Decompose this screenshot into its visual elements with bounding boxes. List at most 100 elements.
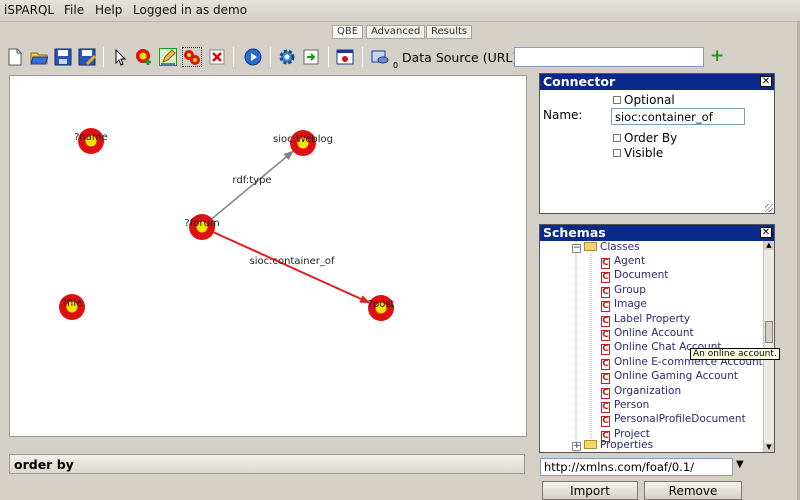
toolbar-separator [328, 47, 329, 67]
visible-label: Visible [624, 146, 664, 160]
close-icon[interactable]: ✕ [760, 227, 772, 238]
node-label: ?name [74, 132, 108, 143]
folder-icon [584, 440, 597, 449]
folder-icon [584, 242, 597, 251]
order-by-checkbox[interactable] [613, 134, 621, 142]
menu-bar: iSPARQL File Help Logged in as demo [0, 0, 800, 22]
toolbar-separator [270, 47, 271, 67]
optional-option[interactable]: Optional [613, 93, 675, 107]
tab-advanced[interactable]: Advanced [366, 25, 426, 39]
remove-button[interactable]: Remove [644, 481, 742, 500]
class-icon: C [601, 272, 610, 284]
class-icon: C [601, 258, 610, 269]
load-query-icon[interactable] [301, 47, 321, 67]
class-label: Online Account [614, 327, 694, 339]
class-icon: C [601, 387, 610, 399]
resize-grip-icon[interactable] [765, 204, 773, 212]
toolbar-separator [233, 47, 234, 67]
optional-checkbox[interactable] [613, 96, 621, 104]
tree-item-class[interactable]: C Online Gaming Account [601, 370, 738, 385]
graph-node[interactable]: ?file [59, 294, 85, 320]
add-node-icon[interactable] [134, 47, 154, 67]
tree-item-class[interactable]: C Organization [601, 385, 681, 399]
open-folder-icon[interactable] [29, 47, 49, 67]
visible-checkbox[interactable] [613, 149, 621, 157]
tooltip: An online account. [690, 348, 780, 360]
tab-qbe[interactable]: QBE [332, 25, 364, 39]
close-icon[interactable]: ✕ [760, 76, 772, 87]
node-label: ?post [368, 299, 395, 310]
class-icon: C [601, 373, 610, 385]
app-menu[interactable]: iSPARQL [4, 3, 54, 17]
tree-item-class[interactable]: C Label Property [601, 313, 690, 327]
tree-item-class[interactable]: C Person [601, 399, 649, 413]
class-icon: C [601, 344, 610, 356]
connector-header: Connector ✕ [540, 74, 774, 90]
schema-scrollbar[interactable]: ▲ ▼ [763, 241, 774, 452]
tree-item-class[interactable]: C Group [601, 284, 646, 298]
file-menu[interactable]: File [64, 3, 84, 17]
import-button[interactable]: Import [542, 481, 638, 500]
toolbar-separator [103, 47, 104, 67]
node-label: ?forum [184, 218, 219, 229]
edge-label: rdf:type [232, 175, 271, 186]
chevron-down-icon[interactable]: ▼ [736, 459, 744, 470]
graph-node[interactable]: ?forum [184, 214, 220, 240]
tree-item-class[interactable]: C Online Account [601, 327, 694, 341]
graph-edge[interactable] [213, 231, 371, 304]
order-by-bar[interactable]: order by [9, 454, 525, 474]
data-source-input[interactable] [514, 47, 704, 67]
save-as-icon[interactable] [77, 47, 97, 67]
connector-panel: Connector ✕ Optional Name: Order By Visi… [539, 73, 775, 214]
tree-item-classes[interactable]: − Classes [572, 241, 640, 255]
graph-node[interactable]: ?post [368, 295, 395, 321]
class-label: PersonalProfileDocument [614, 413, 746, 426]
class-icon: C [601, 286, 610, 298]
order-by-option[interactable]: Order By [613, 131, 677, 145]
expand-icon[interactable]: + [572, 442, 581, 451]
graph-node[interactable]: sioc:Weblog [273, 130, 333, 156]
class-icon: C [601, 301, 610, 313]
scroll-thumb[interactable] [765, 321, 773, 343]
tree-item-class[interactable]: C PersonalProfileDocument [601, 413, 746, 428]
connector-title: Connector [543, 74, 616, 89]
tree-item-class[interactable]: C Document [601, 269, 669, 284]
class-icon: C [601, 358, 610, 370]
schema-url-input[interactable] [540, 458, 733, 476]
new-document-icon[interactable] [5, 47, 25, 67]
scroll-down-icon[interactable]: ▼ [764, 443, 774, 452]
database-icon[interactable] [370, 47, 390, 67]
graph-node[interactable]: ?name [74, 128, 108, 154]
add-data-source-icon[interactable]: + [710, 47, 724, 65]
run-query-icon[interactable] [243, 47, 263, 67]
sparql-window-icon[interactable] [335, 47, 355, 67]
save-icon[interactable] [53, 47, 73, 67]
edge-label: sioc:container_of [250, 256, 335, 267]
visible-option[interactable]: Visible [613, 146, 663, 160]
delete-icon[interactable] [207, 47, 227, 67]
group-nodes-icon[interactable] [182, 47, 202, 67]
view-tabs: QBE Advanced Results [0, 25, 530, 40]
scroll-up-icon[interactable]: ▲ [764, 241, 774, 250]
settings-gear-icon[interactable] [277, 47, 297, 67]
class-label: Document [614, 269, 669, 282]
tree-item-class[interactable]: C Image [601, 298, 647, 313]
query-count: 0 [393, 61, 399, 70]
select-pointer-icon[interactable] [110, 47, 130, 67]
toolbar: 0 Data Source (URL): + [0, 44, 800, 72]
schemas-panel: Schemas ✕ − Classes C Agent C Document C Group… [539, 224, 775, 453]
tab-results[interactable]: Results [426, 25, 473, 39]
data-source-label: Data Source (URL): [402, 50, 522, 65]
class-icon: C [601, 330, 610, 341]
tree-item-properties[interactable]: + Properties [572, 439, 653, 452]
class-label: Label Property [614, 312, 691, 325]
connector-name-input[interactable] [611, 108, 745, 125]
query-canvas[interactable]: rdf:type sioc:container_of ?name sioc:Weblo… [9, 75, 527, 437]
collapse-icon[interactable]: − [572, 244, 581, 253]
class-label: Agent [614, 255, 646, 267]
help-menu[interactable]: Help [95, 3, 122, 17]
query-graph[interactable]: rdf:type sioc:container_of ?name sioc:Weblo… [10, 76, 526, 436]
edit-pencil-icon[interactable] [158, 47, 178, 67]
tree-item-class[interactable]: C Agent [601, 255, 645, 269]
schema-tree[interactable]: − Classes C Agent C Document C Group C Image C Lab… [540, 241, 764, 452]
